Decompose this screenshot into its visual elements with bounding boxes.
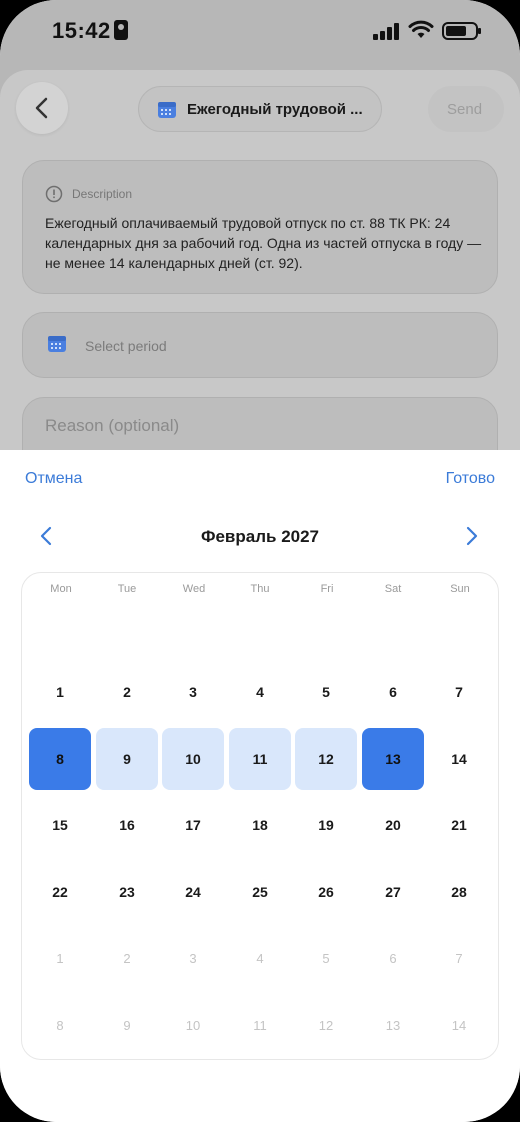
- range-day[interactable]: 10: [162, 728, 224, 790]
- calendar-day[interactable]: 2: [96, 661, 158, 723]
- calendar-day[interactable]: 2: [96, 927, 158, 989]
- description-text: Ежегодный оплачиваемый трудовой отпуск п…: [45, 215, 482, 271]
- calendar-day[interactable]: 4: [229, 927, 291, 989]
- weekday-sun: Sun: [450, 583, 470, 595]
- calendar-day[interactable]: 10: [162, 994, 224, 1056]
- calendar-day[interactable]: 24: [162, 861, 224, 923]
- calendar-day[interactable]: 16: [96, 794, 158, 856]
- range-start-day[interactable]: 8: [29, 728, 91, 790]
- calendar-day[interactable]: 1: [29, 927, 91, 989]
- calendar-day[interactable]: 20: [362, 794, 424, 856]
- cellular-signal-icon: [373, 22, 403, 40]
- calendar-day[interactable]: 3: [162, 927, 224, 989]
- calendar-day[interactable]: 7: [428, 927, 490, 989]
- calendar-day[interactable]: 8: [29, 994, 91, 1056]
- done-button[interactable]: Готово: [446, 470, 495, 488]
- weekday-mon: Mon: [50, 583, 72, 595]
- period-placeholder: Select period: [85, 338, 167, 354]
- info-icon: [45, 185, 63, 203]
- calendar-day[interactable]: 7: [428, 661, 490, 723]
- leave-type-selector[interactable]: Ежегодный трудовой ...: [138, 86, 382, 132]
- calendar-day[interactable]: 15: [29, 794, 91, 856]
- calendar-day[interactable]: 21: [428, 794, 490, 856]
- calendar-day[interactable]: 18: [229, 794, 291, 856]
- calendar-icon: [48, 336, 66, 352]
- calendar-day[interactable]: 28: [428, 861, 490, 923]
- description-label: Description: [72, 187, 133, 201]
- calendar-day[interactable]: 26: [295, 861, 357, 923]
- reason-placeholder: Reason (optional): [45, 416, 180, 435]
- calendar-day[interactable]: 12: [295, 994, 357, 1056]
- calendar-grid: Mon Tue Wed Thu Fri Sat Sun 1 2 3 4 5 6 7 8 9 10 1…: [21, 572, 499, 1060]
- calendar-day[interactable]: 5: [295, 927, 357, 989]
- calendar-day[interactable]: 22: [29, 861, 91, 923]
- leave-type-title: Ежегодный трудовой ...: [187, 101, 363, 118]
- back-button[interactable]: [16, 82, 68, 134]
- weekday-thu: Thu: [250, 583, 270, 595]
- weekday-wed: Wed: [182, 583, 206, 595]
- range-day[interactable]: 12: [295, 728, 357, 790]
- calendar-day[interactable]: 5: [295, 661, 357, 723]
- id-card-icon: [114, 20, 128, 40]
- calendar-icon: [158, 102, 176, 118]
- status-time: 15:42: [52, 18, 111, 43]
- calendar-day[interactable]: 27: [362, 861, 424, 923]
- month-title: Февраль 2027: [200, 527, 320, 546]
- range-end-day[interactable]: 13: [362, 728, 424, 790]
- select-period-field[interactable]: Select period: [22, 312, 498, 378]
- calendar-day[interactable]: 6: [362, 927, 424, 989]
- range-day[interactable]: 11: [229, 728, 291, 790]
- calendar-day[interactable]: 17: [162, 794, 224, 856]
- range-day[interactable]: 9: [96, 728, 158, 790]
- description-card: Description Ежегодный оплачиваемый трудо…: [22, 160, 498, 294]
- wifi-icon: [408, 20, 434, 38]
- calendar-day[interactable]: 9: [96, 994, 158, 1056]
- send-label: Send: [447, 101, 483, 118]
- calendar-day[interactable]: 23: [96, 861, 158, 923]
- chevron-left-icon: [35, 97, 48, 119]
- battery-icon: [442, 22, 481, 40]
- send-button[interactable]: Send: [428, 86, 504, 132]
- weekday-tue: Tue: [117, 583, 137, 595]
- date-picker-sheet: Отмена Готово Февраль 2027 Mon Tue Wed T…: [0, 450, 520, 1122]
- calendar-day[interactable]: 3: [162, 661, 224, 723]
- cancel-button[interactable]: Отмена: [25, 470, 82, 488]
- calendar-day[interactable]: 11: [229, 994, 291, 1056]
- phone-screen: 15:42 Ежегодный трудовой ... Send Descri…: [0, 0, 520, 1122]
- calendar-day[interactable]: 6: [362, 661, 424, 723]
- weekday-sat: Sat: [384, 583, 402, 595]
- calendar-day[interactable]: 1: [29, 661, 91, 723]
- calendar-day[interactable]: 14: [428, 728, 490, 790]
- status-bar: 15:42: [0, 0, 520, 62]
- next-month-icon[interactable]: [464, 526, 480, 546]
- calendar-day[interactable]: 25: [229, 861, 291, 923]
- calendar-day[interactable]: 4: [229, 661, 291, 723]
- calendar-day[interactable]: 19: [295, 794, 357, 856]
- calendar-day[interactable]: 14: [428, 994, 490, 1056]
- weekday-fri: Fri: [320, 583, 334, 595]
- calendar-day[interactable]: 13: [362, 994, 424, 1056]
